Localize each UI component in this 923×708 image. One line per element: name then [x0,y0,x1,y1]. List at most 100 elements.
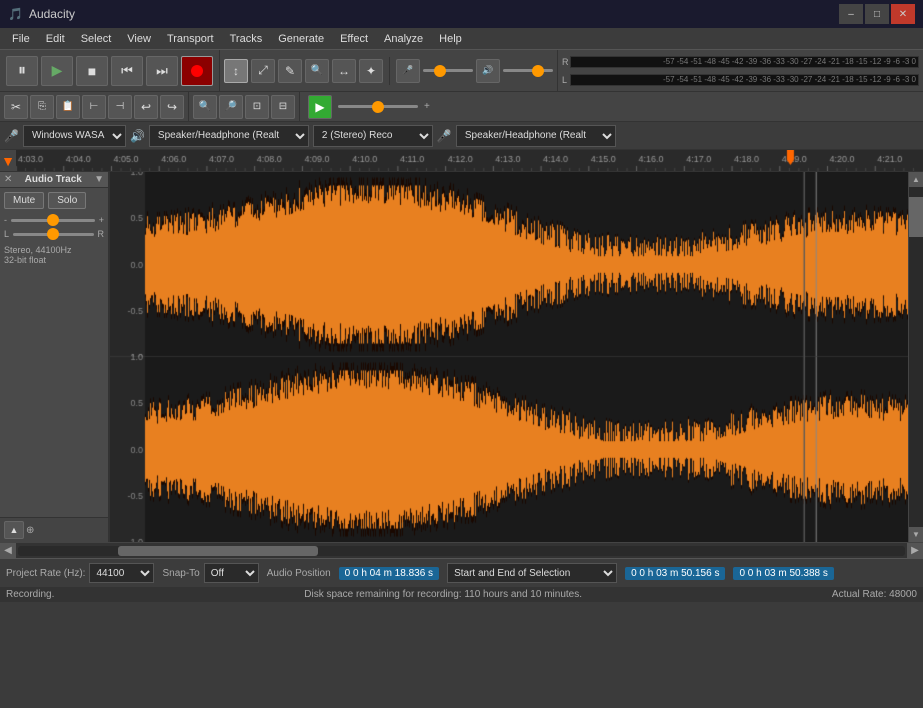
project-rate-select[interactable]: 44100 48000 96000 [89,563,154,583]
level-meters: R -57 -54 -51 -48 -45 -42 -39 -36 -33 -3… [558,50,923,91]
status-top: Project Rate (Hz): 44100 48000 96000 Sna… [0,559,923,587]
copy-button[interactable]: ⎘ [30,95,54,119]
stop-button[interactable]: ■ [76,56,108,86]
menu-effect[interactable]: Effect [332,31,376,47]
track-menu-icon[interactable]: ▼ [94,174,104,185]
zoom-fit-button[interactable]: ⊡ [245,95,269,119]
track-area: ✕ Audio Track ▼ Mute Solo - + L R Stereo… [0,172,923,542]
app-title: Audacity [29,7,75,21]
separator [389,57,390,85]
menu-edit[interactable]: Edit [38,31,73,47]
trim-button[interactable]: ⊢ [82,95,106,119]
scroll-up-button[interactable]: ▲ [909,172,923,187]
toolbar-transport: ⏸ ▶ ■ ⏮ ⏭ [0,50,220,91]
record-button[interactable] [181,56,213,86]
track-mute-solo: Mute Solo [0,188,108,213]
mute-button[interactable]: Mute [4,192,44,209]
skip-start-button[interactable]: ⏮ [111,56,143,86]
cut-button[interactable]: ✂ [4,95,28,119]
bit-depth-info: 32-bit float [4,255,104,265]
output-volume-slider[interactable] [503,69,553,72]
select-tool[interactable]: ↕ [224,59,248,83]
envelope-tool[interactable]: ⤢ [251,59,275,83]
record-meter-row: L -57 -54 -51 -48 -45 -42 -39 -36 -33 -3… [562,71,919,88]
sel-end-value[interactable]: 0 0 h 03 m 50.388 s [733,567,833,580]
ruler-canvas [16,150,923,172]
zoom-sel-button[interactable]: ⊟ [271,95,295,119]
title-left: 🎵 Audacity [8,7,75,21]
menu-view[interactable]: View [119,31,159,47]
multi-tool[interactable]: ✦ [359,59,383,83]
close-button[interactable]: ✕ [891,4,915,24]
pause-button[interactable]: ⏸ [6,56,38,86]
selection-type-select[interactable]: Start and End of Selection Start and Len… [447,563,617,583]
redo-button[interactable]: ↪ [160,95,184,119]
minimize-button[interactable]: – [839,4,863,24]
menu-generate[interactable]: Generate [270,31,332,47]
audio-position-value[interactable]: 0 0 h 04 m 18.836 s [339,567,439,580]
track-collapse-button[interactable]: ▲ [4,521,24,539]
pencil-tool[interactable]: ✎ [278,59,302,83]
scroll-right-button[interactable]: ▶ [907,543,923,559]
sel-end-group: 0 0 h 03 m 50.388 s [733,567,833,580]
input-volume-slider[interactable] [423,69,473,72]
zoom-out-button[interactable]: 🔎 [219,95,243,119]
undo-button[interactable]: ↩ [134,95,158,119]
audio-position-group: Audio Position 0 0 h 04 m 18.836 s [267,567,439,580]
h-scroll-track[interactable] [18,546,905,556]
menu-transport[interactable]: Transport [159,31,222,47]
toolbar-zoom: 🔍 🔎 ⊡ ⊟ [189,92,300,121]
sel-start-group: 0 0 h 03 m 50.156 s [625,567,725,580]
paste-button[interactable]: 📋 [56,95,80,119]
timeline-ruler: ▼ [0,150,923,172]
skip-end-button[interactable]: ⏭ [146,56,178,86]
track-channel-icon: ⊕ [26,525,34,536]
close-track-icon[interactable]: ✕ [4,174,12,185]
recording-msg: Recording. [6,589,54,600]
track-info: Stereo, 44100Hz 32-bit float [0,241,108,269]
toolbar-mid: ✂ ⎘ 📋 ⊢ ⊣ ↩ ↪ 🔍 🔎 ⊡ ⊟ ▶ + [0,92,923,122]
pan-right-label: R [98,229,105,239]
pan-left-label: L [4,229,9,239]
sample-rate-info: Stereo, 44100Hz [4,245,104,255]
solo-button[interactable]: Solo [48,192,86,209]
zoom-tool[interactable]: 🔍 [305,59,329,83]
track-name: Audio Track [25,174,82,185]
host-select[interactable]: Windows WASA [23,125,126,147]
gain-min-label: - [4,215,7,225]
scroll-track[interactable] [909,187,923,527]
scroll-left-button[interactable]: ◀ [0,543,16,559]
output-device-select[interactable]: Speaker/Headphone (Realt [149,125,309,147]
timeshift-tool[interactable]: ↔ [332,59,356,83]
scroll-down-button[interactable]: ▼ [909,527,923,542]
ruler-ticks[interactable] [16,150,923,172]
loop-play-button[interactable]: ▶ [308,95,332,119]
waveform-display[interactable] [110,172,908,542]
menu-tracks[interactable]: Tracks [222,31,271,47]
menu-select[interactable]: Select [73,31,120,47]
menu-file[interactable]: File [4,31,38,47]
ruler-scroll-left[interactable]: ▼ [0,150,16,172]
input-device-select[interactable]: Speaker/Headphone (Realt [456,125,616,147]
maximize-button[interactable]: □ [865,4,889,24]
playback-speed-slider[interactable] [338,105,418,108]
window-controls: – □ ✕ [839,4,915,24]
gain-slider[interactable] [11,219,95,222]
playback-meter-row: R -57 -54 -51 -48 -45 -42 -39 -36 -33 -3… [562,53,919,70]
sel-start-value[interactable]: 0 0 h 03 m 50.156 s [625,567,725,580]
play-button[interactable]: ▶ [41,56,73,86]
project-rate-label: Project Rate (Hz): [6,568,85,579]
channel-select[interactable]: 2 (Stereo) Reco [313,125,433,147]
menu-help[interactable]: Help [431,31,470,47]
track-header: ✕ Audio Track ▼ [0,172,108,188]
mic-vol-button[interactable]: 🎤 [396,59,420,83]
snap-to-select[interactable]: Off Nearest [204,563,259,583]
zoom-in-button[interactable]: 🔍 [193,95,217,119]
pan-slider[interactable] [13,233,93,236]
silence-button[interactable]: ⊣ [108,95,132,119]
toolbar-tools: ↕ ⤢ ✎ 🔍 ↔ ✦ 🎤 🔊 [220,50,558,91]
scroll-thumb[interactable] [909,197,923,237]
menu-analyze[interactable]: Analyze [376,31,431,47]
speaker-vol-button[interactable]: 🔊 [476,59,500,83]
h-scroll-thumb[interactable] [118,546,318,556]
